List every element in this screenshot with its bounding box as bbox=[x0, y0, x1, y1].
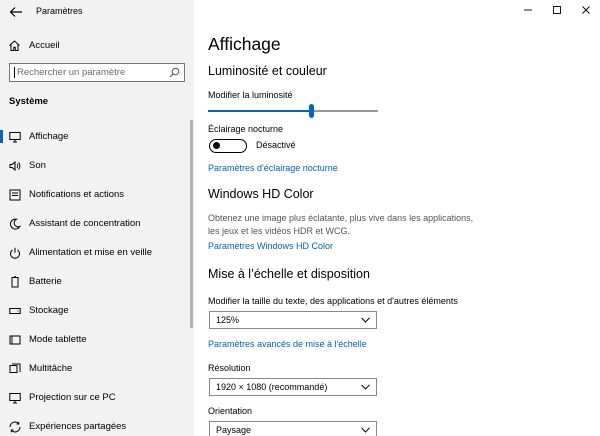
sidebar-item-focus-assist[interactable]: Assistant de concentration bbox=[0, 209, 194, 238]
sidebar-item-label: Affichage bbox=[29, 131, 69, 142]
sidebar-item-multitasking[interactable]: Multitâche bbox=[0, 354, 194, 383]
scale-layout-heading: Mise à l’échelle et disposition bbox=[208, 267, 370, 281]
home-label: Accueil bbox=[29, 39, 60, 51]
sidebar-item-shared-experiences[interactable]: Expériences partagées bbox=[0, 412, 194, 436]
text-caret bbox=[14, 67, 15, 78]
orientation-label: Orientation bbox=[208, 406, 253, 416]
night-light-settings-link[interactable]: Paramètres d'éclairage nocturne bbox=[208, 163, 338, 173]
sidebar-item-projection[interactable]: Projection sur ce PC bbox=[0, 383, 194, 412]
resolution-dropdown[interactable]: 1920 × 1080 (recommandé) bbox=[209, 378, 377, 396]
night-light-label: Éclairage nocturne bbox=[208, 124, 284, 134]
brightness-slider-label: Modifier la luminosité bbox=[208, 90, 293, 100]
moon-icon bbox=[9, 218, 21, 230]
scale-dropdown[interactable]: 125% bbox=[209, 311, 377, 329]
sidebar-item-power-sleep[interactable]: Alimentation et mise en veille bbox=[0, 238, 194, 267]
toggle-knob bbox=[213, 142, 220, 149]
sidebar-item-label: Assistant de concentration bbox=[29, 218, 141, 229]
nav-list: Affichage Son Notifications et actions A… bbox=[0, 122, 194, 436]
brightness-heading: Luminosité et couleur bbox=[208, 64, 327, 78]
sidebar-item-label: Son bbox=[29, 160, 46, 171]
hd-color-settings-link[interactable]: Paramètres Windows HD Color bbox=[208, 241, 333, 251]
sidebar-item-label: Projection sur ce PC bbox=[29, 392, 116, 403]
resolution-value: 1920 × 1080 (recommandé) bbox=[216, 382, 328, 392]
chevron-down-icon bbox=[361, 384, 370, 390]
sidebar-item-label: Stockage bbox=[29, 305, 69, 316]
multitask-icon bbox=[9, 363, 21, 373]
scale-label: Modifier la taille du texte, des applica… bbox=[208, 296, 458, 306]
scale-value: 125% bbox=[216, 315, 240, 325]
sidebar-item-notifications[interactable]: Notifications et actions bbox=[0, 180, 194, 209]
notifications-icon bbox=[9, 189, 21, 200]
sidebar-scrollbar[interactable] bbox=[190, 120, 193, 328]
sidebar-item-label: Multitâche bbox=[29, 363, 73, 374]
main-content: Affichage Luminosité et couleur Modifier… bbox=[208, 0, 588, 436]
display-icon bbox=[9, 131, 21, 142]
night-light-toggle[interactable] bbox=[209, 139, 247, 153]
speaker-icon bbox=[9, 160, 21, 171]
search-input[interactable] bbox=[17, 65, 167, 80]
page-title: Affichage bbox=[208, 34, 281, 54]
hd-color-description: Obtenez une image plus éclatante, plus v… bbox=[208, 213, 474, 236]
storage-icon bbox=[9, 307, 21, 314]
brightness-slider[interactable] bbox=[208, 104, 378, 118]
chevron-down-icon bbox=[361, 427, 370, 433]
section-title: Système bbox=[9, 96, 49, 107]
slider-fill bbox=[208, 110, 309, 112]
sidebar-item-label: Expériences partagées bbox=[29, 421, 127, 432]
hd-color-heading: Windows HD Color bbox=[208, 187, 314, 201]
sidebar-item-label: Notifications et actions bbox=[29, 189, 125, 200]
sidebar-item-tablet-mode[interactable]: Mode tablette bbox=[0, 325, 194, 354]
sidebar-item-label: Mode tablette bbox=[29, 334, 87, 345]
home-button[interactable]: Accueil bbox=[0, 35, 194, 55]
night-light-state: Désactivé bbox=[256, 140, 296, 150]
sidebar-item-son[interactable]: Son bbox=[0, 151, 194, 180]
app-title: Paramètres bbox=[36, 6, 83, 16]
sidebar: Paramètres Accueil Système Affichage bbox=[0, 0, 194, 436]
orientation-value: Paysage bbox=[216, 425, 252, 435]
battery-icon bbox=[11, 275, 19, 287]
resolution-label: Résolution bbox=[208, 363, 251, 373]
search-icon[interactable] bbox=[169, 67, 180, 78]
shared-experiences-icon bbox=[9, 421, 21, 432]
search-box[interactable] bbox=[9, 63, 185, 82]
selection-indicator bbox=[0, 130, 3, 143]
slider-thumb[interactable] bbox=[309, 104, 314, 118]
sidebar-item-label: Batterie bbox=[29, 276, 62, 287]
orientation-dropdown[interactable]: Paysage bbox=[209, 421, 377, 436]
slider-track bbox=[314, 110, 378, 112]
back-arrow-icon[interactable] bbox=[9, 6, 23, 18]
tablet-icon bbox=[9, 335, 21, 344]
sidebar-item-battery[interactable]: Batterie bbox=[0, 267, 194, 296]
sidebar-item-storage[interactable]: Stockage bbox=[0, 296, 194, 325]
power-icon bbox=[10, 247, 20, 259]
advanced-scaling-link[interactable]: Paramètres avancés de mise à l'échelle bbox=[208, 339, 367, 349]
projection-icon bbox=[9, 392, 21, 403]
sidebar-item-label: Alimentation et mise en veille bbox=[29, 247, 153, 258]
home-icon bbox=[9, 39, 20, 51]
sidebar-item-affichage[interactable]: Affichage bbox=[0, 122, 194, 151]
chevron-down-icon bbox=[361, 317, 370, 323]
